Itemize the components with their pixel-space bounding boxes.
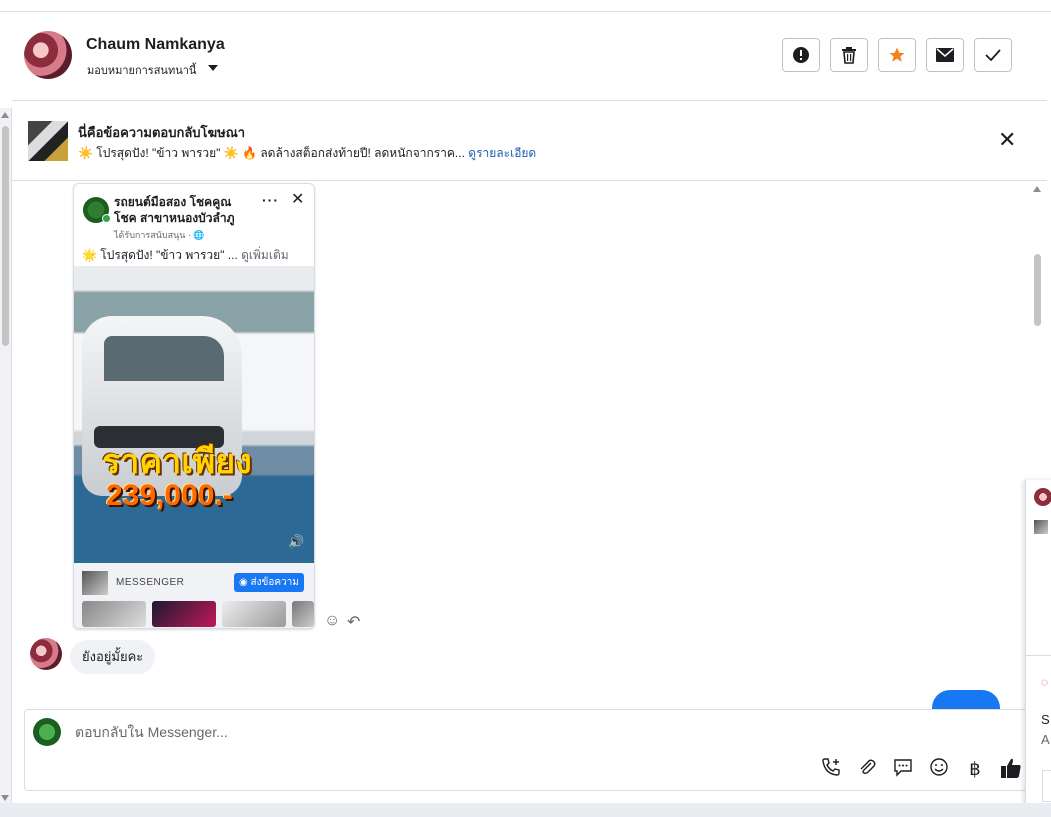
ad-reply-banner: นี่คือข้อความตอบกลับโฆษณา ☀️ โปรสุดปัง! … [12, 101, 1047, 181]
star-button[interactable] [878, 38, 916, 72]
contact-avatar[interactable] [1034, 488, 1051, 506]
carousel-thumbnail[interactable] [82, 601, 146, 627]
call-icon[interactable] [819, 757, 843, 781]
page-name[interactable]: รถยนต์มือสอง โชคคูณ โชค สาขาหนองบัวลำภู [114, 194, 254, 226]
page-avatar[interactable] [82, 196, 111, 224]
see-more-link[interactable]: ดูเพิ่มเติม [241, 248, 289, 262]
side-panel-box[interactable] [1042, 770, 1051, 802]
messenger-label: MESSENGER [116, 577, 185, 588]
alert-icon: ◌ [1041, 675, 1049, 689]
outgoing-message-bubble [932, 690, 1000, 710]
ad-reply-snippet: ☀️ โปรสุดปัง! "ข้าว พารวย" ☀️ 🔥 ลดล้างสต… [78, 144, 536, 163]
ad-card-caption: 🌟 โปรสุดปัง! "ข้าว พารวย" ... [82, 248, 238, 262]
thumbs-up-icon[interactable] [999, 757, 1023, 781]
scroll-up-arrow-icon[interactable] [1, 112, 9, 118]
ad-snippet-text: ☀️ โปรสุดปัง! "ข้าว พารวย" ☀️ 🔥 ลดล้างสต… [78, 146, 465, 160]
reply-input[interactable] [73, 720, 777, 744]
page-avatar [33, 718, 61, 746]
contact-avatar[interactable] [24, 31, 72, 79]
attachment-icon[interactable] [855, 757, 879, 781]
divider [1026, 655, 1051, 656]
mark-done-button[interactable] [974, 38, 1012, 72]
scroll-down-arrow-icon[interactable] [1, 795, 9, 801]
carousel-thumbnail[interactable] [152, 601, 216, 627]
messenger-icon: ◉ [239, 577, 251, 588]
ad-preview-card[interactable]: รถยนต์มือสอง โชคคูณ โชค สาขาหนองบัวลำภู … [73, 183, 315, 629]
price-value: 239,000.- [106, 479, 233, 512]
carousel-thumbnail[interactable] [222, 601, 286, 627]
payment-baht-icon[interactable]: ฿ [963, 757, 987, 781]
spam-button[interactable] [782, 38, 820, 72]
ad-card-footer: MESSENGER ◉ ส่งข้อความ [74, 563, 314, 628]
scroll-up-arrow-icon[interactable] [1033, 186, 1041, 192]
envelope-icon [936, 48, 954, 62]
contact-name[interactable]: Chaum Namkanya [86, 36, 225, 54]
chevron-down-icon[interactable] [208, 65, 218, 71]
ad-details-link[interactable]: ดูรายละเอียด [468, 146, 536, 160]
top-border [0, 0, 1051, 12]
carousel-thumbnail[interactable] [292, 601, 314, 627]
emoji-icon[interactable] [927, 757, 951, 781]
delete-button[interactable] [830, 38, 868, 72]
close-icon[interactable]: ✕ [998, 129, 1016, 151]
left-scrollbar[interactable] [0, 108, 12, 803]
saved-reply-icon[interactable] [891, 757, 915, 781]
reply-arrow-icon[interactable]: ↶ [347, 612, 360, 632]
ad-thumbnail [1034, 520, 1048, 534]
message-composer: ฿ [24, 709, 1029, 791]
car-windshield [104, 336, 224, 381]
checkmark-icon [985, 49, 1001, 61]
scroll-thumb[interactable] [1034, 254, 1041, 326]
bottom-strip [0, 803, 1051, 817]
incoming-message-bubble: ยังอยู่มั้ยคะ [70, 640, 156, 674]
ad-card-text: 🌟 โปรสุดปัง! "ข้าว พารวย" ... ดูเพิ่มเติ… [82, 246, 308, 265]
scroll-thumb[interactable] [2, 126, 9, 346]
trash-icon [842, 47, 856, 64]
side-panel: ◌ S A [1025, 480, 1051, 815]
sender-avatar[interactable] [30, 638, 62, 670]
ad-thumbnail[interactable] [28, 121, 68, 161]
send-message-label: ส่งข้อความ [250, 577, 299, 588]
exclamation-icon [793, 47, 809, 63]
side-panel-subtext: A [1041, 732, 1050, 747]
speaker-icon[interactable]: 🔊 [288, 534, 304, 550]
footer-thumbnail [82, 571, 108, 595]
ad-reply-title: นี่คือข้อความตอบกลับโฆษณา [78, 125, 246, 140]
sponsored-label: ได้รับการสนับสนุน · 🌐 [114, 230, 205, 240]
close-icon[interactable]: ✕ [291, 192, 304, 208]
more-options-icon[interactable]: ··· [262, 192, 279, 208]
react-emoji-icon[interactable]: ☺ [324, 612, 340, 630]
assign-conversation-label[interactable]: มอบหมายการสนทนานี้ [87, 61, 196, 79]
conversation-header: Chaum Namkanya มอบหมายการสนทนานี้ [12, 12, 1047, 101]
mark-unread-button[interactable] [926, 38, 964, 72]
star-icon [889, 47, 905, 62]
send-message-button[interactable]: ◉ ส่งข้อความ [234, 573, 304, 592]
side-panel-text: S [1041, 712, 1050, 727]
ad-video-image[interactable]: ราคาเพียง 239,000.- 🔊 [74, 266, 314, 563]
